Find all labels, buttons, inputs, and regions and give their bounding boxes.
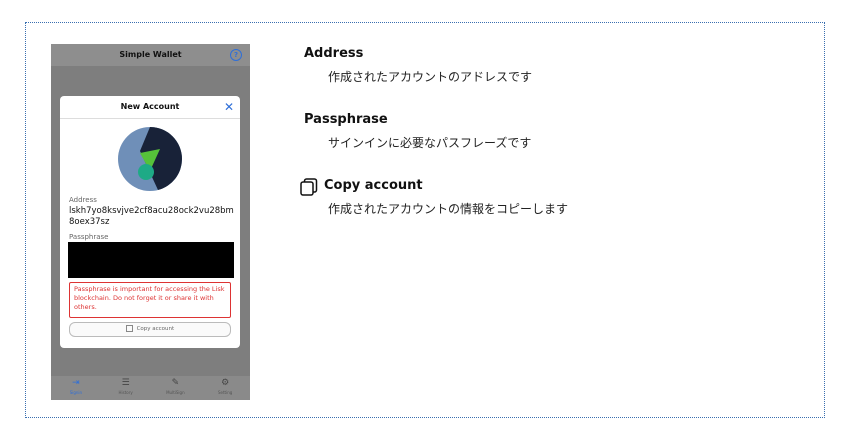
passphrase-warning: Passphrase is important for accessing th… — [69, 282, 231, 318]
address-desc-text: 作成されたアカウントのアドレスです — [328, 70, 533, 84]
account-avatar — [118, 127, 182, 191]
address-label: Address — [69, 196, 97, 204]
close-icon[interactable]: ✕ — [224, 96, 234, 118]
list-icon: ☰ — [121, 378, 130, 388]
tab-setting-label: Setting — [217, 390, 233, 395]
copy-account-label: Copy account — [136, 326, 175, 332]
app-title: Simple Wallet — [119, 50, 182, 59]
edit-icon: ✎ — [171, 378, 180, 388]
passphrase-desc-text: サインインに必要なパスフレーズです — [328, 136, 532, 150]
copy-account-button[interactable]: Copy account — [69, 322, 231, 337]
bottom-tab-bar: ⇥ Signin ☰ History ✎ MultiSign ⚙ Setting — [51, 376, 250, 400]
copy-icon-small — [125, 325, 133, 332]
modal-title: New Account — [120, 102, 180, 111]
passphrase-label: Passphrase — [69, 233, 109, 241]
tab-setting[interactable]: ⚙ Setting — [200, 376, 250, 400]
passphrase-desc-title: Passphrase — [304, 112, 388, 127]
copy-icon — [300, 178, 318, 196]
gear-icon: ⚙ — [221, 378, 230, 388]
tab-history[interactable]: ☰ History — [101, 376, 151, 400]
help-icon[interactable]: ? — [230, 49, 242, 61]
copy-desc-title: Copy account — [324, 178, 423, 193]
tab-multisign-label: MultiSign — [166, 390, 185, 395]
address-desc-title: Address — [304, 46, 364, 61]
modal-header: New Account ✕ — [60, 96, 240, 119]
tab-signin-label: Signin — [69, 390, 83, 395]
tab-multisign[interactable]: ✎ MultiSign — [151, 376, 201, 400]
copy-desc-text: 作成されたアカウントの情報をコピーします — [328, 202, 569, 216]
address-value: lskh7yo8ksvjve2cf8acu28ock2vu28bm8oex37s… — [69, 206, 234, 227]
phone-screenshot: Simple Wallet ? New Account ✕ Address ls… — [51, 44, 250, 400]
app-header: Simple Wallet ? — [51, 44, 250, 66]
tab-history-label: History — [118, 390, 133, 395]
tab-signin[interactable]: ⇥ Signin — [51, 376, 101, 400]
signin-icon: ⇥ — [72, 378, 80, 388]
passphrase-redacted — [68, 242, 234, 278]
new-account-modal: New Account ✕ Address lskh7yo8ksvjve2cf8… — [60, 96, 240, 348]
